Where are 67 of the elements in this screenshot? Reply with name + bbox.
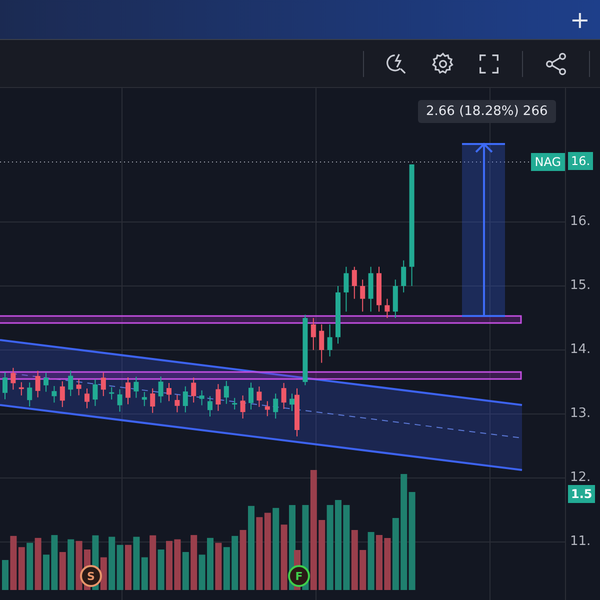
candle — [68, 370, 74, 397]
candle — [191, 377, 196, 404]
candle — [158, 376, 164, 404]
volume-badge: 1.5 — [568, 485, 596, 503]
price-axis-label: 11. — [570, 534, 591, 549]
candle — [134, 376, 139, 398]
candle — [126, 376, 130, 405]
candle — [182, 386, 188, 413]
candle — [327, 324, 332, 357]
candle — [84, 388, 90, 409]
measure-label: 2.66 (18.28%) 266 — [418, 100, 556, 123]
candle — [52, 385, 57, 404]
price-axis-label: 12. — [570, 470, 591, 485]
candle — [109, 386, 114, 400]
candle — [232, 397, 238, 410]
price-axis-label: 15. — [570, 278, 591, 293]
candle — [392, 279, 398, 318]
candle — [401, 260, 406, 293]
candle — [273, 393, 278, 420]
candle — [76, 379, 82, 396]
candle — [18, 382, 24, 396]
candle — [376, 266, 382, 312]
candle — [2, 372, 8, 400]
candle — [344, 266, 349, 312]
candle — [117, 388, 122, 412]
candle — [302, 314, 308, 386]
candle — [174, 394, 180, 413]
candle — [281, 382, 286, 410]
candle — [100, 372, 106, 397]
candle — [360, 279, 366, 312]
candle — [166, 382, 172, 402]
settings-icon[interactable] — [430, 50, 456, 76]
candle — [336, 286, 340, 344]
candle — [319, 324, 324, 364]
candle — [384, 298, 390, 318]
candle — [240, 395, 246, 419]
volume-bar — [43, 554, 50, 590]
volume-bar — [166, 540, 172, 590]
candle — [208, 396, 212, 417]
candle — [224, 380, 229, 404]
price-axis-label: 16. — [570, 214, 591, 229]
candle — [44, 372, 48, 392]
candle — [264, 400, 270, 417]
price-axis-label: 14. — [570, 342, 591, 357]
new-tab-button[interactable]: + — [566, 6, 594, 34]
candle — [142, 391, 147, 407]
candle — [256, 386, 262, 408]
candle — [216, 384, 221, 412]
candle — [199, 390, 204, 406]
last-price-badge: 16. — [568, 152, 594, 170]
candle — [35, 370, 40, 398]
candle — [248, 382, 254, 410]
candle — [150, 388, 156, 414]
candle — [10, 367, 16, 390]
volume-bar — [207, 538, 214, 590]
symbol-badge: NAG — [530, 153, 565, 171]
share-icon[interactable] — [543, 50, 569, 76]
volume-bar — [2, 560, 8, 590]
volume-bar — [125, 544, 132, 590]
candle — [310, 318, 316, 350]
volume-bar — [376, 535, 382, 590]
price-axis-label: 13. — [570, 406, 591, 421]
candle — [92, 378, 98, 406]
candle — [368, 266, 374, 312]
candle — [352, 266, 357, 300]
candle — [27, 382, 32, 407]
candle — [60, 380, 65, 408]
